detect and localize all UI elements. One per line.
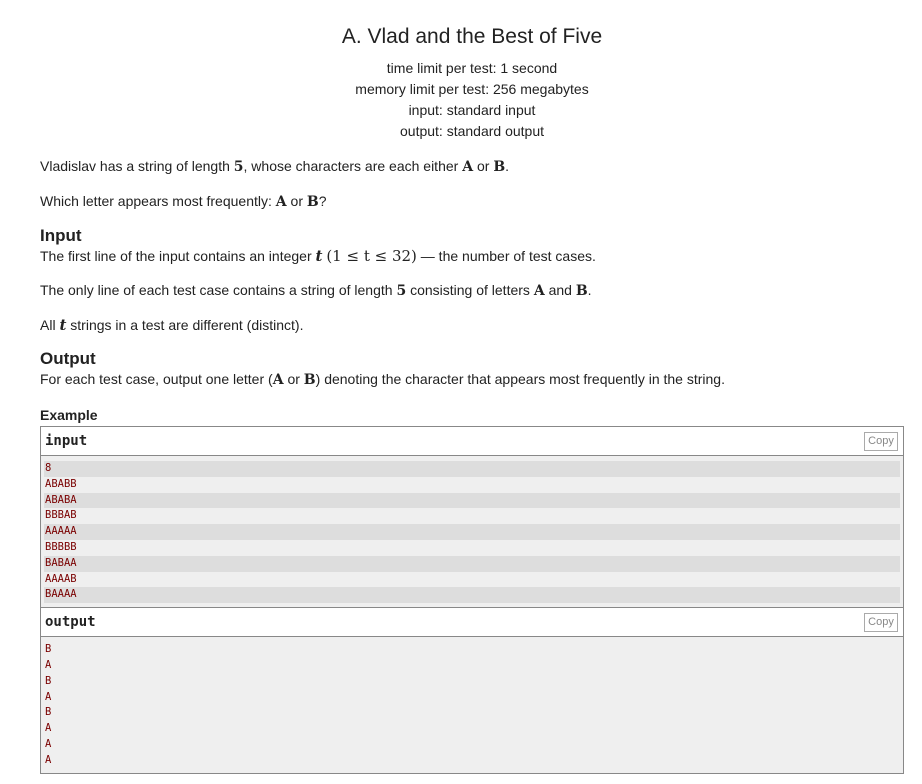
math-letter: A — [533, 283, 545, 299]
test-line: BBBAB — [45, 509, 77, 522]
text: or — [283, 371, 304, 387]
math-number: 5 — [233, 159, 244, 175]
test-line: A — [45, 737, 52, 750]
input-spec: input: standard input — [408, 102, 536, 118]
text: For each test case, output one letter ( — [40, 371, 273, 387]
example-output-label: output — [45, 614, 96, 631]
example-input-header: input Copy — [41, 427, 903, 456]
text: — the number of test cases. — [416, 248, 596, 264]
text: Which letter appears most frequently: — [40, 193, 276, 209]
legend-paragraph-1: Vladislav has a string of length 5, whos… — [40, 156, 904, 177]
math-variable: t — [315, 247, 323, 265]
text: or — [286, 193, 307, 209]
math-letter: B — [493, 159, 506, 175]
test-line: ABABB — [45, 477, 77, 490]
output-paragraph-1: For each test case, output one letter (A… — [40, 369, 904, 390]
test-line: BBBBB — [45, 540, 77, 553]
output-spec: output: standard output — [400, 123, 544, 139]
legend-paragraph-2: Which letter appears most frequently: A … — [40, 191, 904, 212]
test-line: 8 — [44, 461, 900, 477]
math-letter: B — [306, 194, 319, 210]
test-line: B — [45, 706, 52, 719]
text: and — [544, 282, 576, 298]
math-letter: A — [462, 159, 474, 175]
example-output-header: output Copy — [41, 608, 903, 638]
text: or — [473, 158, 494, 174]
math-number: 5 — [396, 283, 407, 299]
math-letter: A — [275, 194, 287, 210]
example-title: Example — [40, 407, 98, 423]
text: All — [40, 317, 60, 333]
text: The only line of each test case contains… — [40, 282, 397, 298]
math-letter: A — [272, 372, 284, 388]
text: ) denoting the character that appears mo… — [315, 371, 725, 387]
example-input-content[interactable]: 8 ABABB ABABA BBBAB AAAAA BBBBB BABAA AAAAB BAAA… — [41, 456, 903, 607]
problem-title: A. Vlad and the Best of Five — [341, 25, 603, 48]
math-range: (1 ≤ t ≤ 32) — [326, 247, 417, 265]
copy-input-button[interactable]: Copy — [864, 432, 898, 451]
test-line: A — [45, 690, 52, 703]
text: strings in a test are different (distinc… — [66, 317, 304, 333]
math-letter: B — [303, 372, 316, 388]
input-paragraph-3: All t strings in a test are different (d… — [40, 315, 904, 335]
text: consisting of letters — [406, 282, 534, 298]
test-line: BAAAA — [44, 587, 900, 604]
test-line: BABAA — [44, 555, 900, 572]
test-line: A — [45, 658, 52, 671]
test-line: ABABA — [44, 492, 900, 509]
example-input-box: input Copy 8 ABABB ABABA BBBAB AAAAA BBBBB BAB… — [40, 426, 904, 609]
text: ? — [318, 193, 327, 209]
memory-limit: memory limit per test: 256 megabytes — [355, 81, 589, 97]
example-input-label: input — [45, 433, 88, 449]
math-letter: B — [575, 283, 588, 299]
output-section-title: Output — [40, 349, 96, 368]
input-paragraph-2: The only line of each test case contains… — [40, 280, 904, 301]
problem-header: A. Vlad and the Best of Five time limit … — [40, 0, 904, 142]
test-line: AAAAA — [44, 524, 900, 540]
text: . — [505, 158, 510, 174]
test-line: AAAAB — [45, 572, 77, 585]
problem-statement: A. Vlad and the Best of Five time limit … — [40, 0, 904, 774]
input-section-title: Input — [40, 226, 82, 245]
test-line: B — [45, 674, 52, 687]
text: The first line of the input contains an … — [40, 248, 316, 264]
input-paragraph-1: The first line of the input contains an … — [40, 246, 904, 266]
example-output-content[interactable]: BABABAAA — [41, 637, 903, 772]
example-section: Example input Copy 8 ABABB ABABA BBBAB AAAAA… — [40, 406, 904, 774]
copy-output-button[interactable]: Copy — [864, 613, 898, 633]
test-line: B — [45, 643, 52, 656]
time-limit: time limit per test: 1 second — [386, 60, 558, 76]
test-line: A — [45, 753, 52, 766]
text: . — [587, 282, 592, 298]
output-section: Output For each test case, output one le… — [40, 349, 904, 390]
test-line: A — [45, 722, 52, 735]
text: Vladislav has a string of length — [40, 158, 234, 174]
example-output-box: output Copy BABABAAA — [40, 608, 904, 774]
input-section: Input The first line of the input contai… — [40, 226, 904, 335]
text: , whose characters are each either — [243, 158, 463, 174]
